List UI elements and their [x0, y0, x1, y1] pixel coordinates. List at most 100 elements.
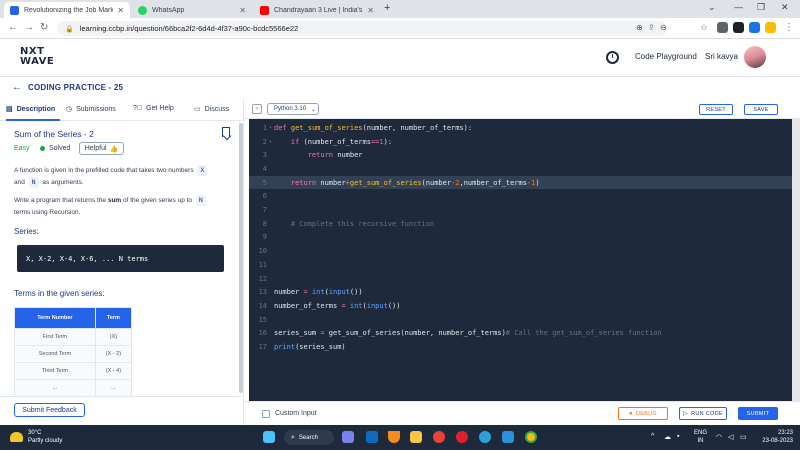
- app-header: NXT WAVE Code Playground Sri kavya: [0, 39, 800, 77]
- code-editor[interactable]: 1 ▾ def get_sum_of_series(number, number…: [249, 119, 792, 401]
- share-icon[interactable]: ⇪: [648, 23, 655, 32]
- chrome-icon[interactable]: [433, 431, 445, 443]
- question-panel: ▤ Description ◷ Submissions ?⃝ Get Help …: [0, 99, 244, 425]
- line-number: 3: [262, 151, 267, 160]
- para-text: terms using Recursion.: [14, 209, 81, 216]
- language-indicator[interactable]: ENG IN: [694, 429, 707, 445]
- line-number: 1: [262, 123, 267, 132]
- question-title: Sum of the Series - 2: [14, 129, 94, 139]
- extension-blue-icon[interactable]: [749, 22, 760, 33]
- table-row: ... ...: [14, 379, 133, 397]
- forward-icon[interactable]: →: [24, 22, 34, 33]
- user-name[interactable]: Sri kavya: [705, 52, 738, 61]
- run-code-button[interactable]: ▷ RUN CODE: [679, 407, 727, 420]
- chat-icon: ▭: [194, 106, 201, 113]
- video-editor-icon[interactable]: [502, 431, 514, 443]
- line-number: 13: [258, 288, 267, 297]
- taskbar-search[interactable]: ⌕ Search: [284, 430, 334, 445]
- language-select[interactable]: Python 3.10 ⌄: [267, 103, 319, 115]
- editor-scrollbar[interactable]: [792, 119, 800, 401]
- new-tab-icon[interactable]: +: [384, 2, 390, 14]
- weather-widget[interactable]: 30°C Partly cloudy: [10, 429, 62, 445]
- tab-get-help[interactable]: ?⃝ Get Help: [133, 105, 174, 112]
- extension-icon[interactable]: [717, 22, 728, 33]
- install-app-icon[interactable]: ⊕: [636, 23, 643, 32]
- code-line: 15: [249, 313, 792, 327]
- mail-icon[interactable]: [366, 431, 378, 443]
- para-text: as arguments.: [42, 179, 84, 186]
- menu-icon[interactable]: ⋮: [784, 22, 794, 33]
- battery-icon[interactable]: ▭: [740, 433, 747, 441]
- reload-icon[interactable]: ↻: [40, 22, 48, 33]
- browser-tab-whatsapp[interactable]: WhatsApp ✕: [132, 2, 252, 18]
- code-line: 2 ▾ if (number_of_terms==1):: [249, 135, 792, 149]
- close-tab-icon[interactable]: ✕: [117, 6, 124, 15]
- submit-feedback-button[interactable]: Submit Feedback: [14, 403, 85, 417]
- custom-input-checkbox[interactable]: [262, 410, 270, 418]
- volume-icon[interactable]: ◁: [728, 433, 733, 441]
- chrome-active-icon[interactable]: [525, 431, 537, 443]
- panel-scrollbar[interactable]: [239, 123, 243, 393]
- opera-icon[interactable]: [456, 431, 468, 443]
- submit-button[interactable]: SUBMIT: [738, 407, 778, 420]
- reading-list-icon[interactable]: [733, 22, 744, 33]
- chat-app-icon[interactable]: [342, 431, 354, 443]
- telegram-icon[interactable]: [479, 431, 491, 443]
- avatar[interactable]: [744, 46, 766, 68]
- close-window-icon[interactable]: ✕: [781, 2, 789, 13]
- code-line: 1 ▾ def get_sum_of_series(number, number…: [249, 121, 792, 135]
- bookmark-star-icon[interactable]: ☆: [700, 22, 708, 33]
- tab-label: Description: [16, 105, 56, 113]
- table-cell: First Term: [14, 328, 96, 346]
- cloud-icon[interactable]: ☁: [664, 433, 671, 441]
- table-cell: Third Term: [14, 362, 96, 380]
- stopwatch-icon[interactable]: [606, 51, 619, 64]
- debug-label: DEBUG: [635, 410, 657, 417]
- back-arrow-icon[interactable]: ←: [12, 82, 22, 93]
- browser-tab-learning[interactable]: Revolutionizing the Job Market | ✕: [4, 2, 130, 18]
- run-label: RUN CODE: [691, 410, 723, 417]
- fold-icon[interactable]: ▾: [267, 139, 274, 145]
- chevron-up-icon[interactable]: ^: [651, 433, 654, 440]
- vlc-icon[interactable]: [388, 431, 400, 443]
- line-number: 2: [262, 137, 267, 146]
- minimize-icon[interactable]: —: [734, 2, 743, 12]
- series-code-block: X, X-2, X-4, X-6, ... N terms: [17, 245, 224, 272]
- bold-text: sum: [107, 197, 122, 204]
- close-tab-icon[interactable]: ✕: [239, 6, 246, 15]
- helpful-label: Helpful: [84, 145, 107, 152]
- tab-label: Submissions: [76, 105, 116, 113]
- file-explorer-icon[interactable]: [410, 431, 422, 443]
- nxtwave-logo[interactable]: NXT WAVE: [20, 47, 54, 67]
- collapse-panel-icon[interactable]: ‹: [252, 104, 262, 114]
- maximize-icon[interactable]: ❐: [757, 2, 765, 13]
- helpful-button[interactable]: Helpful 👍: [79, 142, 124, 155]
- wifi-icon[interactable]: ◠: [716, 433, 722, 441]
- back-icon[interactable]: ←: [8, 22, 18, 33]
- extension-yellow-icon[interactable]: [765, 22, 776, 33]
- line-number: 5: [262, 178, 267, 187]
- clock[interactable]: 23:23 23-08-2023: [755, 429, 793, 445]
- code-line: 8 # Complete this recursive function: [249, 217, 792, 231]
- tab-description[interactable]: ▤ Description: [6, 105, 56, 114]
- windows-start-icon[interactable]: [263, 431, 275, 443]
- app-tray-icon[interactable]: ▪: [677, 433, 679, 440]
- zoom-icon[interactable]: ⊖: [660, 23, 667, 32]
- debug-button[interactable]: ● DEBUG: [618, 407, 668, 420]
- chevron-down-icon[interactable]: ⌄: [708, 2, 716, 13]
- save-button[interactable]: SAVE: [744, 104, 778, 115]
- close-tab-icon[interactable]: ✕: [367, 6, 374, 15]
- code-text: def get_sum_of_series(number, number_of_…: [274, 123, 473, 132]
- reset-button[interactable]: RESET: [699, 104, 733, 115]
- para-text: of the given series up to: [123, 197, 193, 204]
- partly-cloudy-icon: [10, 432, 23, 442]
- bookmark-icon[interactable]: [222, 127, 230, 137]
- url-field[interactable]: 🔒 learning.ccbp.in/question/66bca2f2-6d4…: [57, 21, 667, 36]
- tab-discuss[interactable]: ▭ Discuss: [194, 105, 229, 114]
- fold-icon[interactable]: ▾: [267, 125, 274, 131]
- tab-submissions[interactable]: ◷ Submissions: [66, 105, 116, 114]
- code-line: 13 number = int(input()): [249, 285, 792, 299]
- browser-tab-youtube[interactable]: Chandrayaan 3 Live | India's Cha ✕: [254, 2, 380, 18]
- code-playground-link[interactable]: Code Playground: [635, 52, 697, 61]
- tab-label: Get Help: [146, 105, 174, 112]
